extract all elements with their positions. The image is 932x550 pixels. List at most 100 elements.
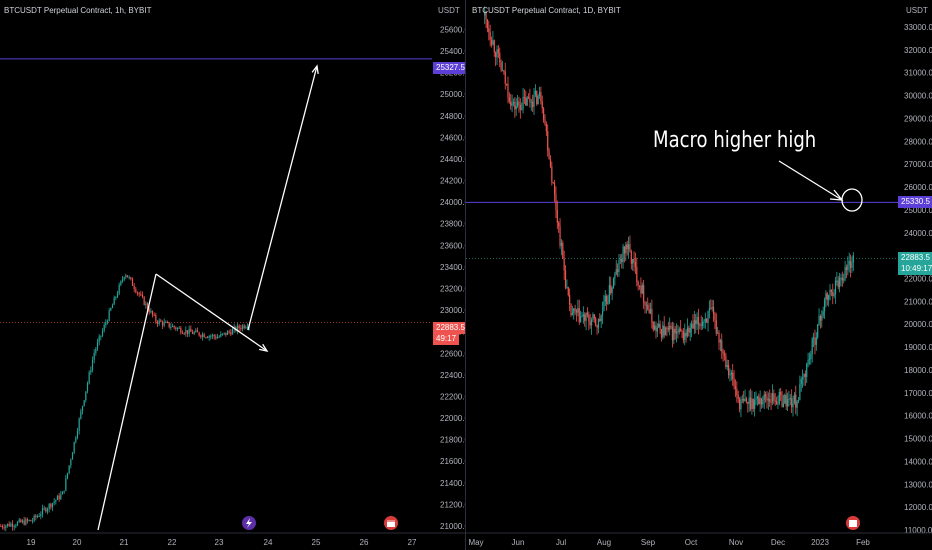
right-candle [807, 360, 809, 364]
right-candle [634, 262, 637, 267]
right-candle [574, 308, 576, 311]
left-candle [65, 478, 67, 491]
right-candle [844, 267, 846, 280]
left-chart-canvas[interactable]: 25600.025400.025200.025000.024800.024600… [0, 0, 465, 550]
left-up-arrow [247, 65, 318, 331]
right-candle [797, 400, 800, 402]
left-candle [203, 334, 205, 338]
right-candle [814, 337, 816, 345]
right-candle [819, 315, 822, 321]
left-candle [88, 372, 90, 383]
right-candle [499, 53, 501, 63]
right-y-tick: 21000.0 [904, 297, 932, 306]
right-candle [537, 96, 539, 105]
right-candle [763, 394, 765, 401]
right-candle [562, 242, 564, 259]
right-unit-label: USDT [906, 6, 928, 15]
right-candle [618, 260, 620, 273]
left-candle [55, 499, 57, 502]
right-candle [777, 403, 779, 405]
right-candle [596, 324, 598, 328]
right-chart-canvas[interactable]: 33000.0 32000.0 31000.0 30000.0 29000.0 28000… [466, 0, 932, 550]
left-candle [76, 430, 79, 438]
right-candle [589, 321, 591, 326]
right-candle [648, 309, 650, 314]
right-candle [843, 279, 845, 281]
right-candle [796, 401, 798, 408]
left-candle [105, 322, 107, 326]
right-y-tick: 12000.0 [904, 503, 932, 512]
left-candle [8, 523, 10, 527]
left-candle [80, 411, 82, 419]
left-candle [215, 336, 217, 339]
calendar-event-icon[interactable] [846, 516, 860, 530]
right-candle [791, 398, 793, 408]
right-candle [570, 304, 572, 316]
right-y-tick: 31000.0 [904, 69, 932, 78]
calendar-event-icon[interactable] [384, 516, 398, 530]
left-candle [106, 320, 109, 323]
left-candle [101, 330, 104, 336]
right-candle [507, 83, 509, 98]
right-candle [845, 267, 848, 270]
right-candle [617, 269, 619, 273]
right-candle [852, 255, 854, 263]
right-y-tick: 32000.0 [904, 46, 932, 55]
right-candle [619, 259, 621, 261]
right-candle [551, 166, 553, 183]
right-candle [767, 398, 769, 401]
right-candle [647, 304, 649, 310]
right-x-tick: Nov [729, 538, 743, 547]
right-candle [504, 71, 506, 84]
right-candle [674, 328, 676, 334]
left-candle [198, 332, 200, 336]
left-candle [151, 310, 154, 315]
left-candle [221, 333, 224, 335]
right-candle [523, 96, 526, 98]
right-candle [781, 395, 783, 407]
right-candle [821, 315, 823, 321]
right-candle [704, 318, 706, 322]
right-candle [851, 262, 853, 268]
left-candle [225, 332, 227, 336]
left-down-arrow [155, 273, 268, 352]
lightning-icon[interactable] [242, 516, 256, 530]
left-chart-pane[interactable]: 25600.025400.025200.025000.024800.024600… [0, 0, 468, 550]
left-candle [241, 325, 244, 329]
right-candle [748, 397, 750, 404]
left-y-tick: 25400.0 [440, 47, 465, 56]
left-candle [228, 331, 230, 333]
left-y-tick: 23600.0 [440, 241, 465, 250]
right-candle [586, 312, 589, 315]
right-x-tick: Jun [512, 538, 525, 547]
right-candle [641, 284, 643, 294]
left-candle [200, 335, 202, 337]
left-y-tick: 24800.0 [440, 112, 465, 121]
left-candle [213, 334, 215, 337]
right-candle [839, 277, 841, 288]
right-candle [712, 306, 715, 315]
right-chart-pane[interactable]: 33000.0 32000.0 31000.0 30000.0 29000.0 28000… [466, 0, 932, 550]
annotation-circle [841, 188, 863, 212]
right-candle [656, 327, 658, 332]
left-candle [201, 334, 204, 337]
right-candle [527, 97, 530, 99]
right-candle [599, 318, 601, 322]
right-candle [518, 101, 520, 105]
left-candle [116, 293, 119, 297]
left-candle [48, 504, 50, 509]
left-candle [181, 332, 184, 334]
right-candle [540, 92, 542, 102]
left-candle [100, 335, 102, 337]
right-candle [569, 295, 571, 305]
right-candle [593, 314, 595, 319]
right-candle [780, 392, 782, 396]
right-candle [630, 251, 632, 264]
right-candle [685, 332, 687, 337]
right-candle [625, 244, 627, 254]
left-y-tick: 21000.0 [440, 522, 465, 531]
right-candle [719, 340, 721, 343]
right-candle [747, 401, 749, 404]
left-candle [156, 321, 159, 324]
left-candle [63, 490, 65, 492]
